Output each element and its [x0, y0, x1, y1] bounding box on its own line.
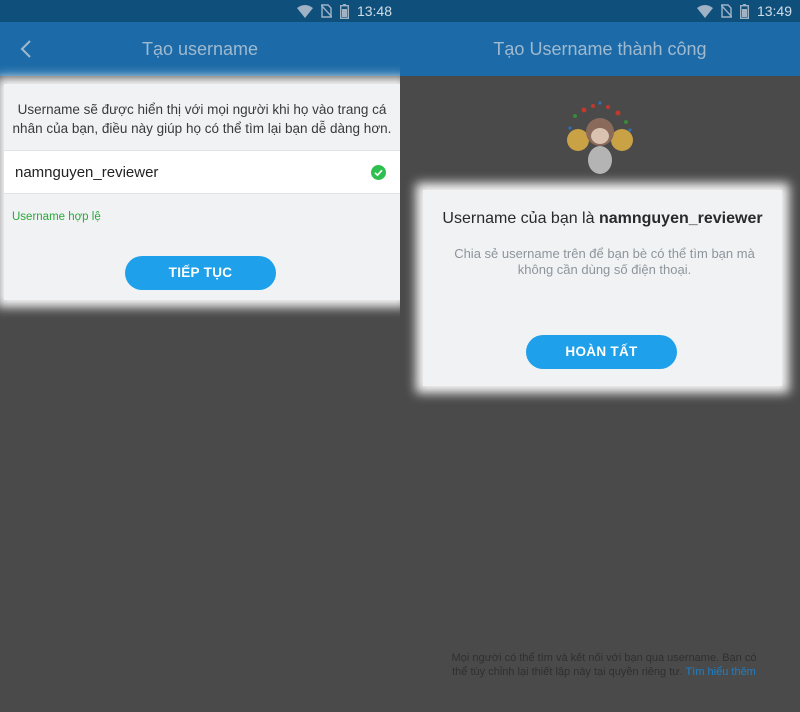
no-sim-icon: [320, 4, 332, 18]
username-heading: Username của bạn là namnguyen_reviewer: [423, 210, 782, 228]
wifi-icon: [296, 4, 313, 18]
title-bar: Tạo Username thành công: [400, 22, 800, 76]
username-description: Username sẽ được hiển thị với mọi người …: [12, 102, 392, 136]
done-button[interactable]: HOÀN TẤT: [526, 335, 677, 369]
check-circle-icon: [371, 165, 386, 180]
battery-icon: [339, 3, 349, 19]
title-bar: Tạo username: [0, 22, 400, 76]
battery-icon: [739, 3, 749, 19]
status-time: 13:49: [756, 3, 792, 19]
no-sim-icon: [720, 4, 732, 18]
continue-button[interactable]: TIẾP TỤC: [125, 256, 276, 290]
wifi-icon: [696, 4, 713, 18]
status-bar: 13:49: [400, 0, 800, 22]
status-icons: 13:49: [696, 3, 792, 19]
status-icons: 13:48: [296, 3, 392, 19]
share-text: Chia sẻ username trên để bạn bè có thể t…: [454, 246, 755, 277]
username-input-value[interactable]: namnguyen_reviewer: [15, 164, 158, 181]
status-time: 13:48: [356, 3, 392, 19]
right-screen: 13:49 Tạo Username thành công Username c…: [400, 0, 800, 712]
page-title: Tạo Username thành công: [493, 39, 707, 59]
status-bar: 13:48: [0, 0, 400, 22]
validation-message: Username hợp lệ: [12, 211, 101, 223]
cheerleader-sticker: [567, 101, 633, 174]
learn-more-link[interactable]: Tìm hiểu thêm: [686, 666, 756, 678]
footer-text: Mọi người có thể tìm và kết nối với bạn …: [446, 651, 762, 679]
success-card: Username của bạn là namnguyen_reviewer C…: [423, 190, 782, 386]
left-screen: 13:48 Tạo username Username sẽ được hiển…: [0, 0, 400, 712]
page-title: Tạo username: [141, 39, 259, 59]
create-username-card: Username sẽ được hiển thị với mọi người …: [4, 84, 400, 300]
heading-username: namnguyen_reviewer: [598, 210, 763, 227]
heading-prefix: Username của bạn là: [442, 210, 599, 227]
username-input[interactable]: namnguyen_reviewer: [4, 150, 400, 194]
